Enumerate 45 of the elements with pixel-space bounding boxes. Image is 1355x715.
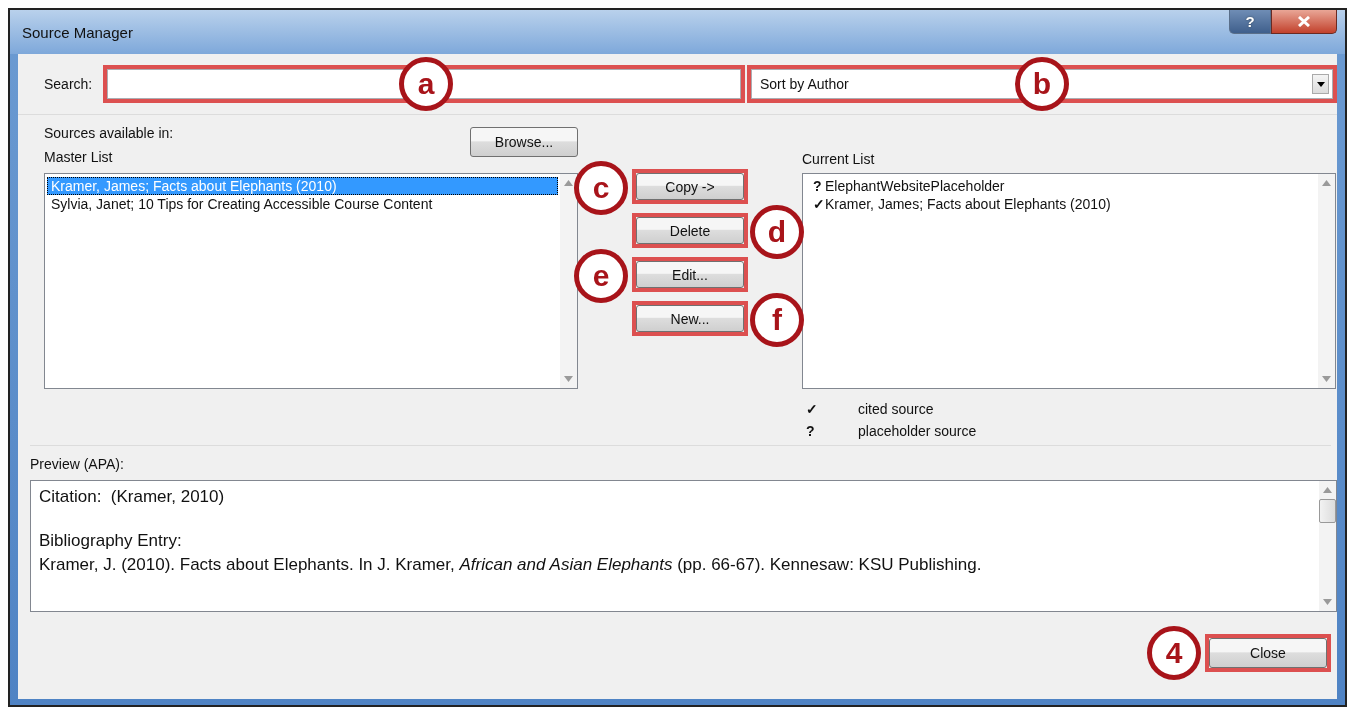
scroll-up-icon[interactable] xyxy=(1323,487,1332,493)
current-list-label: Current List xyxy=(802,151,875,167)
legend-mark: ✓ xyxy=(805,401,819,417)
scroll-up-icon[interactable] xyxy=(1322,180,1331,186)
callout-badge: d xyxy=(750,205,804,259)
sources-label: Sources available in: xyxy=(44,125,174,141)
master-list-label: Master List xyxy=(44,149,114,165)
new-button[interactable]: New... xyxy=(636,305,744,332)
preview-text: Citation: (Kramer, 2010) xyxy=(39,487,226,507)
list-item[interactable]: ElephantWebsitePlaceholder xyxy=(825,178,1005,194)
scrollbar[interactable] xyxy=(560,174,577,388)
scrollbar[interactable] xyxy=(1318,174,1335,388)
callout-badge: e xyxy=(574,249,628,303)
close-button[interactable]: Close xyxy=(1209,638,1327,668)
legend-label: placeholder source xyxy=(858,423,977,439)
callout-badge: c xyxy=(574,161,628,215)
scroll-up-icon[interactable] xyxy=(564,180,573,186)
scrollbar[interactable] xyxy=(1319,481,1336,611)
search-label: Search: xyxy=(44,76,94,92)
legend-mark: ? xyxy=(805,423,816,439)
preview-text: Bibliography Entry: xyxy=(39,531,183,551)
close-window-button[interactable] xyxy=(1271,10,1337,34)
source-status-mark: ✓ xyxy=(813,196,825,212)
preview-label: Preview (APA): xyxy=(30,456,125,472)
callout-badge: a xyxy=(399,57,453,111)
delete-button[interactable]: Delete xyxy=(636,217,744,244)
callout-badge: b xyxy=(1015,57,1069,111)
source-status-mark: ? xyxy=(813,178,823,194)
scroll-thumb[interactable] xyxy=(1319,499,1336,523)
window-title: Source Manager xyxy=(22,24,133,41)
copy-button[interactable]: Copy -> xyxy=(636,173,744,200)
edit-button[interactable]: Edit... xyxy=(636,261,744,288)
browse-button[interactable]: Browse... xyxy=(470,127,578,157)
scroll-down-icon[interactable] xyxy=(1323,599,1332,605)
list-item[interactable]: Kramer, James; Facts about Elephants (2010) xyxy=(825,196,1111,212)
scroll-down-icon[interactable] xyxy=(1322,376,1331,382)
callout-badge: f xyxy=(750,293,804,347)
list-item[interactable]: Sylvia, Janet; 10 Tips for Creating Accessible Course Content xyxy=(47,195,558,213)
preview-text: Kramer, J. (2010). Facts about Elephants. In J. Kramer, African and Asian Elephants (pp. 66-67). Kennesaw: KSU Publishing. xyxy=(39,555,983,575)
scroll-down-icon[interactable] xyxy=(564,376,573,382)
callout-badge: 4 xyxy=(1147,626,1201,680)
dropdown-arrow-icon xyxy=(1316,81,1325,87)
close-icon xyxy=(1297,16,1311,27)
legend-label: cited source xyxy=(858,401,934,417)
help-button[interactable]: ? xyxy=(1229,10,1271,34)
